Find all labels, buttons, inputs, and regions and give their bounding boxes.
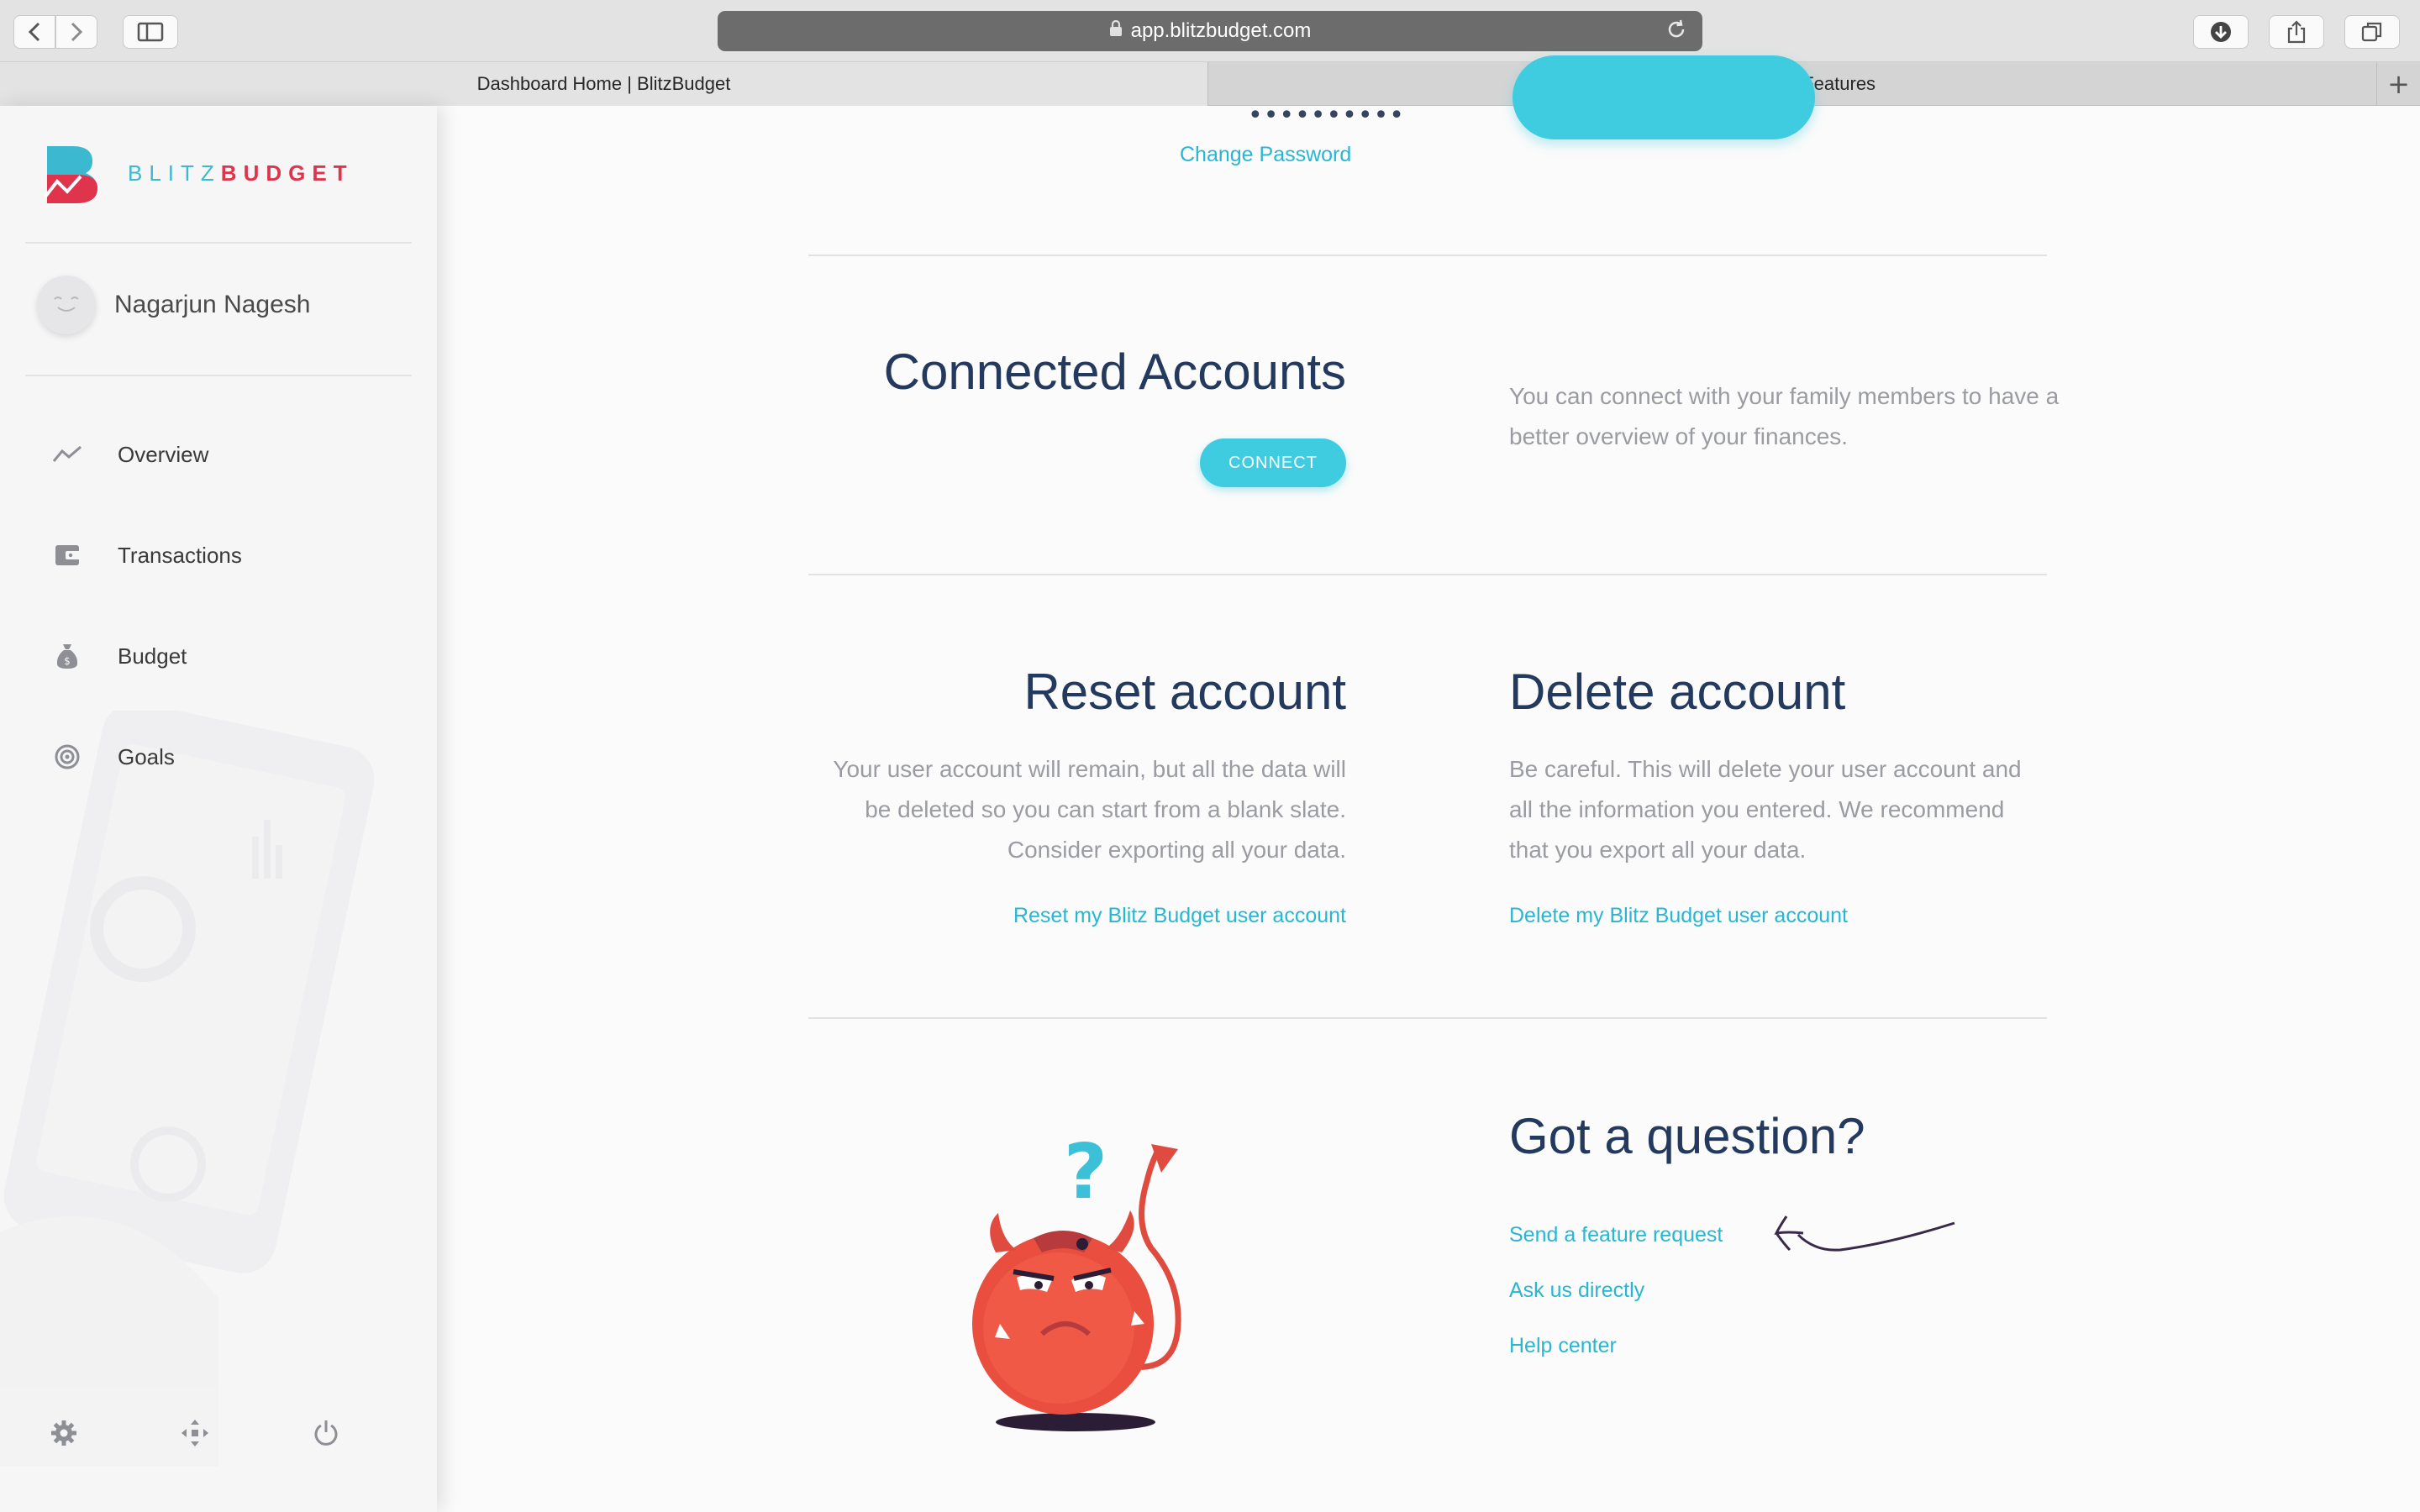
share-icon [2287,20,2306,44]
reload-icon[interactable] [1665,18,1687,47]
sidebar-item-label: Budget [118,643,187,669]
logo-text-budget: BUDGET [220,160,354,186]
connected-accounts-description: You can connect with your family members… [1509,383,2060,449]
address-bar[interactable]: app.blitzbudget.com [718,11,1702,51]
connect-button[interactable]: CONNECT [1200,438,1346,487]
browser-toolbar: app.blitzbudget.com [0,0,2420,62]
new-tab-button[interactable]: + [2376,62,2420,106]
tabs-overview-button[interactable] [2344,15,2400,49]
section-divider [808,574,2047,575]
tab-bar: Dashboard Home | BlitzBudget Suggested F… [0,62,2420,106]
feature-request-link[interactable]: Send a feature request [1509,1223,1723,1247]
settings-content: •••••••••• Change Password Connected Acc… [437,55,2420,1512]
settings-button[interactable] [47,1416,81,1450]
wallet-icon [50,538,84,572]
connected-accounts-title: Connected Accounts [883,344,1346,400]
hand-drawn-arrow-icon [1774,1215,1955,1252]
downloads-button[interactable] [2193,15,2249,49]
plus-icon: + [2387,68,2410,100]
sidebar-item-budget[interactable]: $ Budget [50,635,187,677]
url-text: app.blitzbudget.com [1130,19,1312,42]
svg-text:$: $ [64,655,71,667]
logout-button[interactable] [309,1416,343,1450]
sidebar-item-transactions[interactable]: Transactions [50,534,242,576]
help-center-link[interactable]: Help center [1509,1334,1617,1358]
sidebar-toggle-button[interactable] [123,15,178,49]
forward-button[interactable] [55,15,97,49]
chevron-left-icon [28,22,40,42]
reset-account-description: Your user account will remain, but all t… [833,756,1346,863]
chevron-right-icon [71,22,83,42]
sidebar-icon [137,22,164,42]
sidebar-divider [25,242,412,244]
brand-logo[interactable]: BLITZBUDGET [42,141,354,205]
download-icon [2211,22,2231,42]
devil-mascot-illustration: ? [972,1128,1181,1431]
reset-account-title: Reset account [1023,664,1346,720]
sidebar: BLITZBUDGET Nagarjun Nagesh Overview Tra… [0,106,437,1512]
section-divider [808,1017,2047,1019]
arrows-icon [182,1420,208,1446]
sidebar-item-label: Transactions [118,542,242,568]
money-bag-icon: $ [50,639,84,673]
gear-icon [51,1420,76,1446]
share-button[interactable] [2269,15,2324,49]
svg-text:?: ? [1064,1128,1107,1216]
tab-dashboard[interactable]: Dashboard Home | BlitzBudget [0,62,1208,106]
sidebar-item-overview[interactable]: Overview [50,433,208,475]
power-icon [314,1420,338,1446]
question-title: Got a question? [1509,1108,1865,1164]
sidebar-item-goals[interactable]: Goals [50,736,175,778]
reset-account-link[interactable]: Reset my Blitz Budget user account [1013,904,1346,928]
back-button[interactable] [13,15,55,49]
tab-label: Dashboard Home | BlitzBudget [476,73,731,94]
save-button-partial[interactable] [1512,55,1815,139]
section-divider [808,255,2047,256]
sidebar-item-label: Goals [118,743,175,769]
logo-text: BLITZBUDGET [128,160,354,186]
smiley-icon [54,297,79,312]
delete-account-link[interactable]: Delete my Blitz Budget user account [1509,904,1848,928]
password-value: •••••••••• [1248,101,1405,130]
sidebar-divider [25,375,412,376]
ask-us-link[interactable]: Ask us directly [1509,1278,1644,1303]
trend-icon [50,438,84,471]
move-button[interactable] [178,1416,212,1450]
logo-text-blitz: BLITZ [128,160,221,186]
sidebar-item-label: Overview [118,441,209,467]
delete-account-title: Delete account [1509,664,1846,720]
user-profile[interactable]: Nagarjun Nagesh [37,276,310,334]
target-icon [50,740,84,774]
lock-icon [1109,19,1123,42]
phone-background-image [0,711,375,1467]
user-name: Nagarjun Nagesh [114,291,311,318]
avatar [37,276,96,334]
tabs-icon [2361,22,2382,42]
delete-account-description: Be careful. This will delete your user a… [1509,756,2022,863]
change-password-link[interactable]: Change Password [1180,143,1351,167]
logo-mark-icon [44,146,97,203]
